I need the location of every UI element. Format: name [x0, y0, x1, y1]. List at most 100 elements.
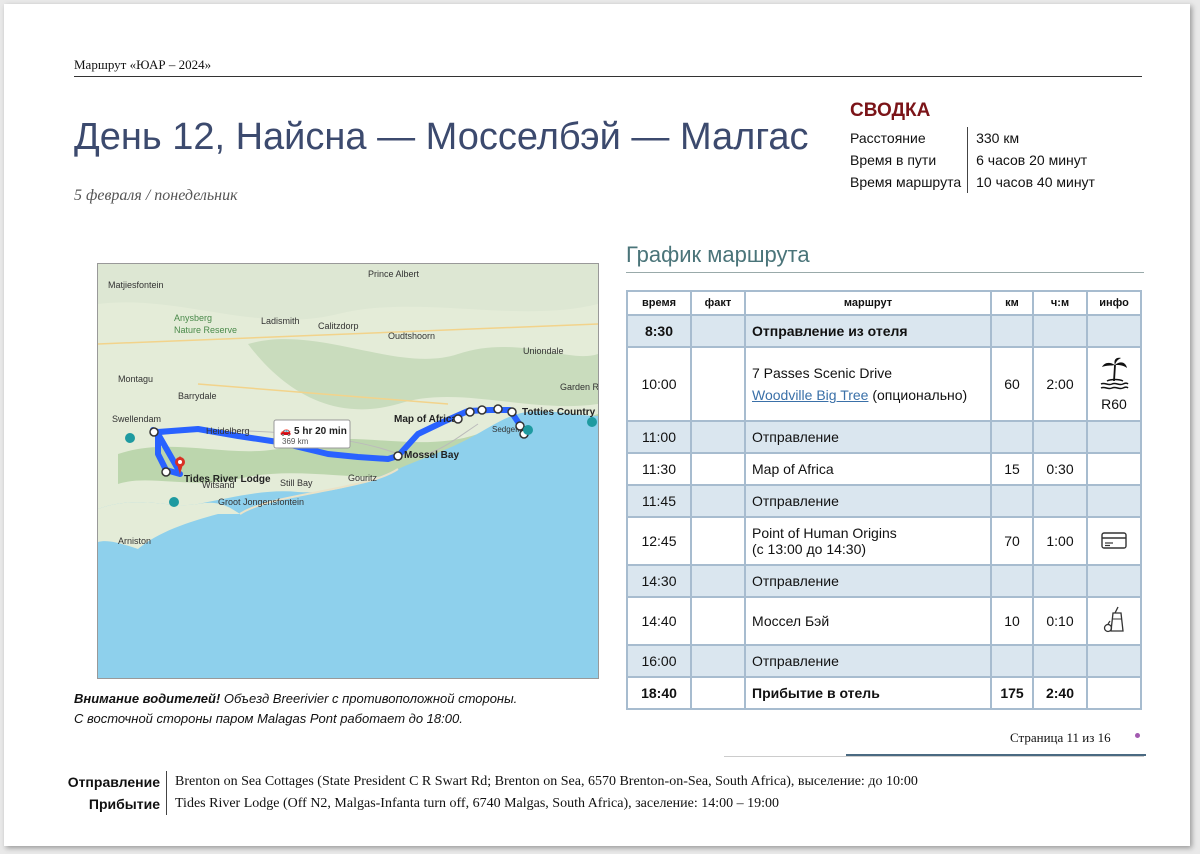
route-distance: 369 km — [282, 437, 309, 446]
row-fact — [690, 676, 746, 710]
map-label-garden-route: Garden R — [560, 382, 598, 392]
row-fact — [690, 484, 746, 518]
row-duration: 2:40 — [1032, 676, 1088, 710]
row-info — [1086, 516, 1142, 566]
map-label-uniondale: Uniondale — [523, 346, 564, 356]
row-info — [1086, 452, 1142, 486]
row-duration: 0:10 — [1032, 596, 1088, 646]
col-duration: ч:м — [1032, 290, 1088, 316]
woodville-link[interactable]: Woodville Big Tree — [752, 387, 868, 403]
map-label-map-of-africa: Map of Africa — [394, 414, 457, 425]
map-label-arniston: Arniston — [118, 536, 151, 546]
summary-row: Время в пути 6 часов 20 минут — [850, 149, 1101, 171]
map-label-mossel-bay: Mossel Bay — [404, 450, 459, 461]
route-map[interactable]: Prince Albert Matjiesfontein Anysberg Na… — [97, 263, 599, 679]
map-label-anysberg: Anysberg — [174, 313, 212, 323]
footer-row: Прибытие Tides River Lodge (Off N2, Malg… — [44, 793, 918, 815]
row-route: Map of Africa — [744, 452, 992, 486]
row-duration — [1032, 564, 1088, 598]
schedule-table: время факт маршрут км ч:м инфо 8:30 Отпр… — [626, 290, 1142, 710]
row-info: R60 — [1086, 346, 1142, 422]
table-row: 12:45 Point of Human Origins (с 13:00 до… — [626, 516, 1142, 566]
table-row: 16:00 Отправление — [626, 644, 1142, 678]
row-time: 12:45 — [626, 516, 692, 566]
map-label-prince-albert: Prince Albert — [368, 269, 420, 279]
table-row: 11:45 Отправление — [626, 484, 1142, 518]
col-route: маршрут — [744, 290, 992, 316]
page-divider-light — [724, 756, 1144, 757]
table-row: 14:40 Моссел Бэй 10 0:10 — [626, 596, 1142, 646]
row-time: 11:00 — [626, 420, 692, 454]
map-label-barrydale: Barrydale — [178, 391, 217, 401]
row-fact — [690, 644, 746, 678]
map-label-oudtshoorn: Oudtshoorn — [388, 331, 435, 341]
row-route: Прибытие в отель — [744, 676, 992, 710]
col-info: инфо — [1086, 290, 1142, 316]
summary-label: Время маршрута — [850, 174, 962, 190]
map-label-ladismith: Ladismith — [261, 316, 300, 326]
summary-value: 10 часов 40 минут — [967, 171, 1101, 193]
map-label-montagu: Montagu — [118, 374, 153, 384]
table-row: 11:30 Map of Africa 15 0:30 — [626, 452, 1142, 486]
route-hours: (с 13:00 до 14:30) — [752, 541, 867, 557]
summary-value: 330 км — [967, 127, 1101, 149]
row-duration — [1032, 484, 1088, 518]
route-duration-label[interactable]: 🚗 5 hr 20 min 369 km — [273, 419, 351, 449]
date-subtitle: 5 февраля / понедельник — [74, 187, 238, 204]
table-row: 10:00 7 Passes Scenic Drive Woodville Bi… — [626, 346, 1142, 422]
page-dot-icon — [1135, 733, 1140, 738]
summary-label: Время в пути — [850, 152, 937, 168]
table-row: 18:40 Прибытие в отель 175 2:40 — [626, 676, 1142, 710]
row-fact — [690, 564, 746, 598]
summary-row: Время маршрута 10 часов 40 минут — [850, 171, 1101, 193]
row-info — [1086, 676, 1142, 710]
row-route: Отправление — [744, 484, 992, 518]
schedule-header-row: время факт маршрут км ч:м инфо — [626, 290, 1142, 316]
departure-label: Отправление — [44, 771, 167, 793]
row-km: 15 — [990, 452, 1034, 486]
arrival-label: Прибытие — [44, 793, 167, 815]
credit-card-icon — [1101, 531, 1127, 549]
page-number: Страница 11 из 16 — [1010, 730, 1111, 745]
summary-value: 6 часов 20 минут — [967, 149, 1101, 171]
row-duration — [1032, 420, 1088, 454]
row-time: 16:00 — [626, 644, 692, 678]
row-route: Отправление из отеля — [744, 314, 992, 348]
document-header: Маршрут «ЮАР – 2024» — [74, 57, 1142, 77]
info-code: R60 — [1101, 395, 1127, 412]
row-info — [1086, 420, 1142, 454]
departure-value: Brenton on Sea Cottages (State President… — [175, 774, 918, 789]
map-label-groot-jongensfontein: Groot Jongensfontein — [218, 497, 304, 507]
summary-table: Расстояние 330 км Время в пути 6 часов 20 … — [850, 127, 1101, 193]
map-label-matjiesfontein: Matjiesfontein — [108, 280, 164, 290]
row-fact — [690, 452, 746, 486]
summary-heading: СВОДКА — [850, 100, 931, 121]
row-time: 11:30 — [626, 452, 692, 486]
row-time: 18:40 — [626, 676, 692, 710]
row-info — [1086, 644, 1142, 678]
route-extra: (опционально) — [868, 387, 968, 403]
row-route: Отправление — [744, 420, 992, 454]
document-page: Маршрут «ЮАР – 2024» День 12, Найсна — М… — [4, 4, 1190, 846]
map-label-still-bay: Still Bay — [280, 478, 313, 488]
route-duration: 5 hr 20 min — [294, 426, 347, 437]
col-time: время — [626, 290, 692, 316]
row-time: 8:30 — [626, 314, 692, 348]
table-row: 8:30 Отправление из отеля — [626, 314, 1142, 348]
note-warning: Внимание водителей! — [74, 691, 221, 706]
row-route: 7 Passes Scenic Drive Woodville Big Tree… — [744, 346, 992, 422]
row-route: Отправление — [744, 644, 992, 678]
row-time: 14:40 — [626, 596, 692, 646]
row-km: 60 — [990, 346, 1034, 422]
row-duration: 2:00 — [1032, 346, 1088, 422]
row-duration: 1:00 — [1032, 516, 1088, 566]
row-km — [990, 314, 1034, 348]
map-label-gouritz: Gouritz — [348, 473, 378, 483]
row-fact — [690, 420, 746, 454]
row-km: 175 — [990, 676, 1034, 710]
driver-note: Внимание водителей! Объезд Breerivier с … — [74, 689, 517, 729]
beach-palm-icon — [1100, 357, 1129, 389]
row-km — [990, 644, 1034, 678]
col-km: км — [990, 290, 1034, 316]
col-fact: факт — [690, 290, 746, 316]
